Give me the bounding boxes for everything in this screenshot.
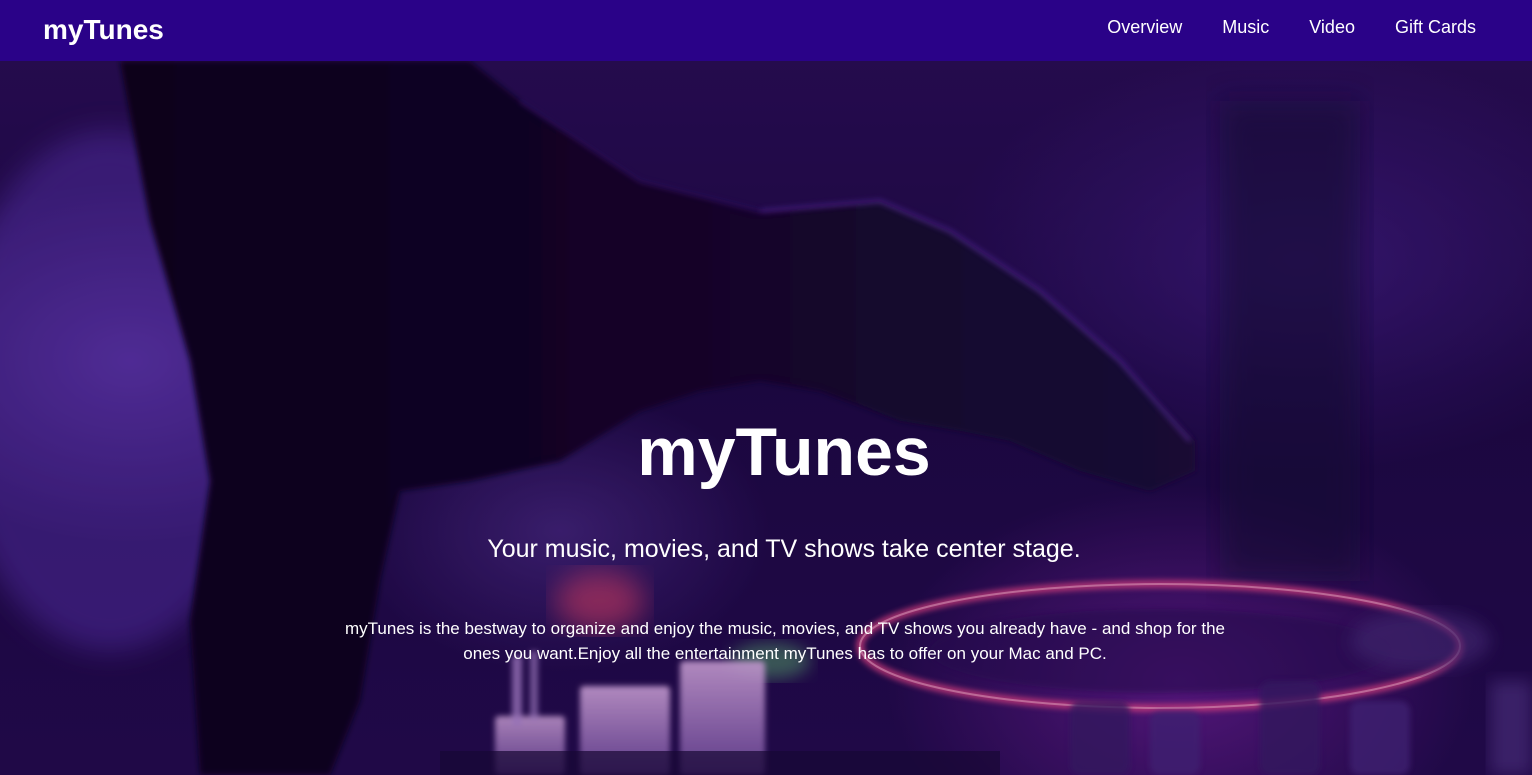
nav-link-gift-cards[interactable]: Gift Cards [1395, 17, 1476, 38]
nav-link-music[interactable]: Music [1222, 17, 1269, 38]
hero-subtitle: Your music, movies, and TV shows take ce… [487, 535, 1081, 563]
hero-description: myTunes is the bestway to organize and e… [345, 619, 1225, 663]
nav-link-video[interactable]: Video [1309, 17, 1355, 38]
hero-section: myTunes Your music, movies, and TV shows… [0, 61, 1532, 775]
brand-logo[interactable]: myTunes [43, 14, 164, 46]
hero-title: myTunes [637, 414, 931, 490]
nav-links: Overview Music Video Gift Cards [1107, 17, 1476, 38]
nav-link-overview[interactable]: Overview [1107, 17, 1182, 38]
navbar: myTunes Overview Music Video Gift Cards [0, 0, 1532, 61]
